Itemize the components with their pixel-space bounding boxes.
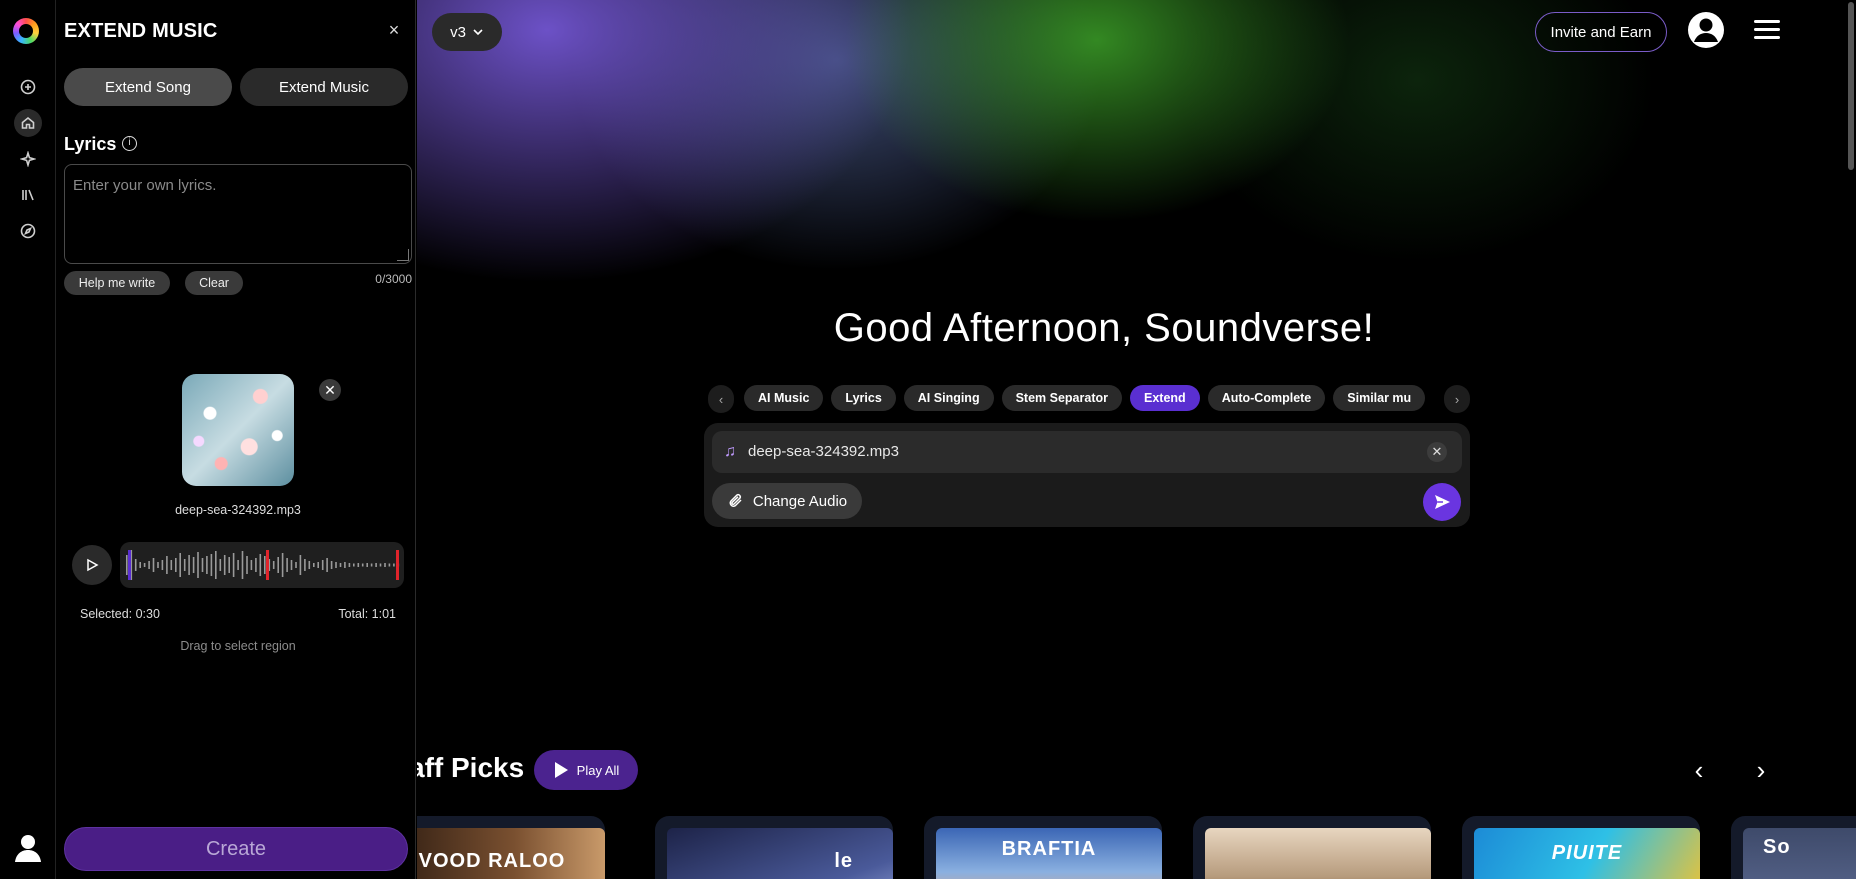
sparkle-icon[interactable] (14, 145, 42, 173)
lyrics-placeholder: Enter your own lyrics. (73, 177, 217, 194)
send-button[interactable] (1423, 483, 1461, 521)
compass-icon[interactable] (14, 217, 42, 245)
change-audio-label: Change Audio (752, 492, 848, 510)
carousel-prev-icon[interactable]: ‹ (1685, 756, 1713, 784)
play-button[interactable] (72, 545, 112, 585)
attached-file-name: deep-sea-324392.mp3 (748, 443, 899, 460)
hamburger-menu-icon[interactable] (1754, 20, 1780, 42)
change-audio-button[interactable]: Change Audio (712, 483, 862, 519)
tool-tab[interactable]: AI Music (744, 385, 824, 411)
version-select[interactable]: v3 (432, 13, 502, 51)
tool-tabs: ‹ AI Music Lyrics AI Singing Stem Separator… (708, 385, 1470, 413)
carousel-next-icon[interactable]: › (1747, 756, 1775, 784)
play-icon (554, 762, 568, 778)
attached-file: ♫ deep-sea-324392.mp3 ✕ (712, 431, 1462, 473)
chevron-right-icon[interactable]: › (1444, 385, 1470, 413)
chevron-left-icon[interactable]: ‹ (708, 385, 734, 413)
lyrics-label: Lyrics (64, 134, 117, 154)
play-icon (87, 558, 99, 572)
create-button[interactable]: Create (64, 827, 408, 871)
tool-tab[interactable]: Lyrics (831, 385, 896, 411)
tool-tab[interactable]: Similar mu (1333, 385, 1426, 411)
section-title: aff Picks (417, 752, 525, 783)
play-all-button[interactable]: Play All (534, 750, 638, 790)
album-card[interactable]: So (1731, 816, 1856, 879)
album-art: VOOD RALOO (417, 828, 605, 879)
music-note-icon: ♫ (724, 443, 736, 460)
main-area: v3 Invite and Earn Good Afternoon, Sound… (417, 0, 1856, 879)
audio-file-name: deep-sea-324392.mp3 (175, 503, 301, 517)
help-me-write-button[interactable]: Help me write (64, 271, 170, 295)
album-art: BRAFTIA (936, 828, 1162, 879)
selected-duration: Selected: 0:30 (80, 607, 160, 621)
album-art-text: VOOD RALOO (418, 850, 566, 872)
extend-music-panel: EXTEND MUSIC × Extend Song Extend Music … (56, 0, 416, 879)
info-icon[interactable]: i (122, 136, 137, 151)
album-card[interactable]: VOOD RALOO (417, 816, 605, 879)
album-art-text: le (834, 850, 853, 872)
tool-tab[interactable]: Stem Separator (1001, 385, 1122, 411)
chevron-down-icon (473, 29, 483, 36)
album-art (1205, 828, 1431, 879)
composer: ♫ deep-sea-324392.mp3 ✕ Change Audio (704, 423, 1470, 527)
invite-and-earn-button[interactable]: Invite and Earn (1535, 12, 1667, 52)
album-card[interactable] (1193, 816, 1431, 879)
waveform[interactable] (120, 542, 404, 588)
album-art: le (667, 828, 893, 879)
close-icon[interactable]: ✕ (1427, 442, 1447, 462)
close-icon[interactable]: × (386, 21, 402, 39)
plus-circle-icon[interactable] (14, 73, 42, 101)
tool-tab[interactable]: Auto-Complete (1207, 385, 1326, 411)
total-duration: Total: 1:01 (338, 607, 396, 621)
paperclip-icon (729, 493, 742, 507)
album-art: So (1743, 828, 1856, 879)
tab-extend-song[interactable]: Extend Song (64, 68, 232, 106)
lyrics-input[interactable]: Enter your own lyrics. (64, 164, 412, 264)
user-avatar-icon[interactable] (12, 831, 44, 863)
album-card[interactable]: BRAFTIA (924, 816, 1162, 879)
profile-avatar-icon[interactable] (1687, 11, 1725, 49)
send-icon (1435, 495, 1450, 509)
album-card[interactable]: PIUITE (1462, 816, 1700, 879)
logo-icon[interactable] (13, 18, 39, 44)
audio-thumbnail (182, 374, 294, 486)
album-art-text: So (1763, 836, 1791, 858)
tab-extend-music[interactable]: Extend Music (240, 68, 408, 106)
remove-audio-icon[interactable]: ✕ (319, 379, 341, 401)
icon-rail (0, 0, 56, 879)
home-icon[interactable] (14, 109, 42, 137)
album-card[interactable]: le (655, 816, 893, 879)
library-icon[interactable] (14, 181, 42, 209)
play-all-label: Play All (576, 762, 620, 778)
drag-hint: Drag to select region (180, 639, 296, 653)
audio-player (72, 542, 404, 588)
version-label: v3 (450, 23, 466, 41)
tool-tab[interactable]: AI Singing (903, 385, 994, 411)
char-counter: 0/3000 (375, 272, 412, 286)
resize-handle-icon[interactable] (397, 249, 409, 261)
waveform-selector[interactable] (120, 542, 404, 588)
album-art: PIUITE (1474, 828, 1700, 879)
tool-tab[interactable]: Extend (1130, 385, 1200, 411)
greeting: Good Afternoon, Soundverse! (833, 306, 1375, 350)
album-art-text: PIUITE (1551, 842, 1623, 864)
clear-button[interactable]: Clear (185, 271, 243, 295)
panel-title: EXTEND MUSIC (64, 20, 218, 42)
scrollbar[interactable] (1848, 2, 1854, 170)
album-art-text: BRAFTIA (1001, 838, 1097, 860)
